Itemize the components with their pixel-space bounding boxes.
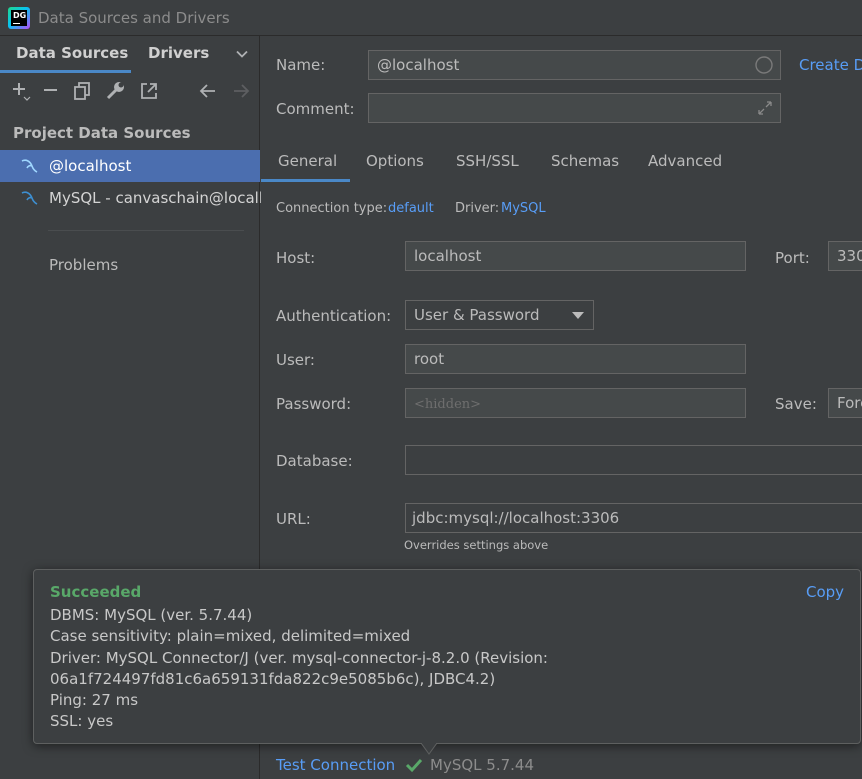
database-field[interactable] xyxy=(405,445,862,475)
comment-label: Comment: xyxy=(276,100,355,118)
divider xyxy=(48,230,244,231)
tab-data-sources[interactable]: Data Sources xyxy=(16,44,128,62)
color-circle-icon[interactable] xyxy=(754,55,774,75)
dropdown-arrow-icon xyxy=(572,312,584,319)
copy-link[interactable]: Copy xyxy=(806,583,844,601)
problems-item[interactable]: Problems xyxy=(49,256,118,274)
port-label: Port: xyxy=(775,249,810,267)
port-field[interactable]: 3306 xyxy=(828,241,862,271)
name-value: @localhost xyxy=(377,56,460,74)
datagrip-logo-icon: DG xyxy=(8,7,30,29)
host-label: Host: xyxy=(276,249,316,267)
user-value: root xyxy=(414,350,445,368)
password-label: Password: xyxy=(276,395,352,413)
test-connection-link[interactable]: Test Connection xyxy=(276,756,395,774)
result-line: DBMS: MySQL (ver. 5.7.44) xyxy=(50,606,253,624)
status-succeeded: Succeeded xyxy=(50,583,142,601)
mysql-dolphin-icon xyxy=(21,191,38,205)
result-line: Driver: MySQL Connector/J (ver. mysql-co… xyxy=(50,649,548,667)
active-tab-indicator xyxy=(261,179,350,182)
active-tab-indicator xyxy=(0,70,131,73)
data-source-item-canvaschain[interactable]: MySQL - canvaschain@localhost xyxy=(0,182,291,214)
comment-field[interactable] xyxy=(368,93,781,123)
user-field[interactable]: root xyxy=(405,344,746,374)
database-label: Database: xyxy=(276,452,353,470)
url-value: jdbc:mysql://localhost:3306 xyxy=(412,509,620,527)
create-ddl-mapping-link[interactable]: Create DDL Mapping xyxy=(799,56,862,74)
minus-icon[interactable] xyxy=(40,80,62,102)
result-line: SSL: yes xyxy=(50,712,114,730)
window-title: Data Sources and Drivers xyxy=(38,9,230,27)
checkmark-icon xyxy=(405,758,423,773)
tab-drivers[interactable]: Drivers xyxy=(148,44,209,62)
authentication-label: Authentication: xyxy=(276,307,392,325)
save-label: Save: xyxy=(775,395,817,413)
host-field[interactable]: localhost xyxy=(405,241,746,271)
url-label: URL: xyxy=(276,510,311,528)
duplicate-icon[interactable] xyxy=(72,80,94,102)
title-bar: DG Data Sources and Drivers xyxy=(0,0,862,36)
server-version: MySQL 5.7.44 xyxy=(430,756,534,774)
data-source-label: MySQL - canvaschain@localhost xyxy=(49,189,292,207)
password-placeholder: <hidden> xyxy=(414,397,482,412)
export-icon[interactable] xyxy=(138,80,160,102)
driver-link[interactable]: MySQL xyxy=(501,201,546,216)
connection-tabs: General Options SSH/SSL Schemas Advanced xyxy=(261,144,862,182)
save-select[interactable]: Forever xyxy=(828,388,862,418)
back-arrow-icon[interactable] xyxy=(197,80,219,102)
url-field[interactable]: jdbc:mysql://localhost:3306 xyxy=(405,503,862,533)
test-connection-result-popup: Succeeded Copy DBMS: MySQL (ver. 5.7.44)… xyxy=(33,569,861,744)
popup-pointer xyxy=(421,743,437,755)
wrench-icon[interactable] xyxy=(105,80,127,102)
url-hint: Overrides settings above xyxy=(404,538,549,552)
tab-advanced[interactable]: Advanced xyxy=(648,152,722,170)
connection-type-label: Connection type: xyxy=(276,201,388,216)
password-field[interactable]: <hidden> xyxy=(405,388,746,418)
result-line: 06a1f724497fd81c6a659131fda822c9e5085b6c… xyxy=(50,670,496,688)
data-source-label: @localhost xyxy=(49,157,132,175)
port-value: 3306 xyxy=(837,247,862,265)
data-source-item-localhost[interactable]: @localhost xyxy=(0,150,260,182)
driver-label: Driver: xyxy=(455,201,500,216)
authentication-select[interactable]: User & Password xyxy=(405,300,594,330)
result-line: Ping: 27 ms xyxy=(50,691,139,709)
result-line: Case sensitivity: plain=mixed, delimited… xyxy=(50,627,411,645)
toolbar xyxy=(0,76,260,106)
plus-icon[interactable] xyxy=(10,80,32,102)
name-field[interactable]: @localhost xyxy=(368,50,781,80)
connection-type-link[interactable]: default xyxy=(388,201,434,216)
tab-schemas[interactable]: Schemas xyxy=(551,152,619,170)
save-value: Forever xyxy=(837,394,862,412)
expand-icon[interactable] xyxy=(756,99,774,117)
user-label: User: xyxy=(276,351,315,369)
name-label: Name: xyxy=(276,56,326,74)
left-tabs: Data Sources Drivers xyxy=(0,36,260,74)
chevron-down-icon[interactable] xyxy=(236,48,248,60)
forward-arrow-icon xyxy=(234,84,250,98)
authentication-value: User & Password xyxy=(414,306,540,324)
host-value: localhost xyxy=(414,247,482,265)
tab-general[interactable]: General xyxy=(278,152,337,170)
tab-options[interactable]: Options xyxy=(366,152,424,170)
project-data-sources-heading: Project Data Sources xyxy=(13,124,191,142)
mysql-dolphin-icon xyxy=(21,159,38,173)
tab-ssh-ssl[interactable]: SSH/SSL xyxy=(456,152,519,170)
